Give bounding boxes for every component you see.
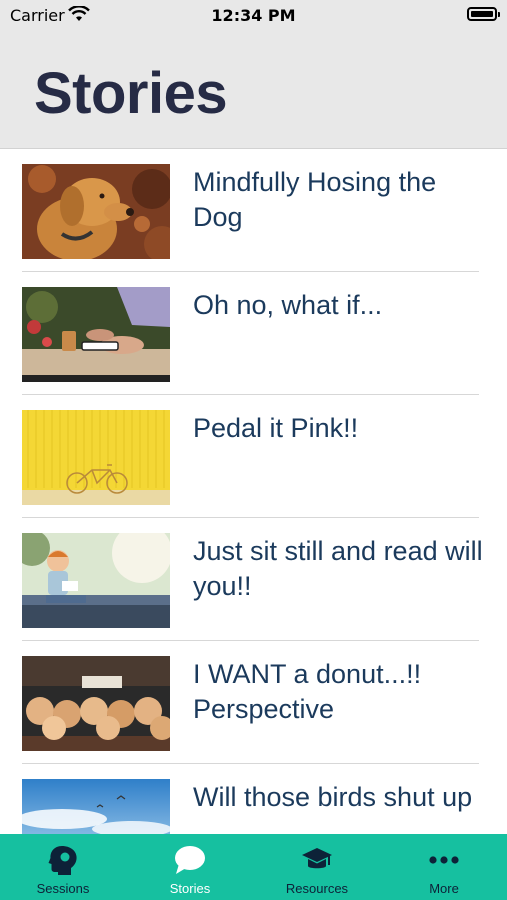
tab-resources[interactable]: Resources xyxy=(254,834,380,900)
clock: 12:34 PM xyxy=(211,6,296,25)
story-item[interactable]: Pedal it Pink!! xyxy=(0,395,507,518)
speech-bubble-icon xyxy=(175,846,205,874)
tab-bar: Sessions Stories Resources More xyxy=(0,834,507,900)
tab-label: More xyxy=(429,881,459,896)
story-title: Just sit still and read will you!! xyxy=(193,536,483,601)
story-item[interactable]: I WANT a donut...!! Perspective xyxy=(0,641,507,764)
tab-label: Sessions xyxy=(36,881,90,896)
head-silhouette-icon xyxy=(48,846,77,875)
story-thumbnail-phone xyxy=(22,287,170,382)
story-title: Mindfully Hosing the Dog xyxy=(193,167,437,232)
tab-sessions[interactable]: Sessions xyxy=(0,834,126,900)
story-item[interactable]: Will those birds shut up xyxy=(0,764,507,834)
story-title: Pedal it Pink!! xyxy=(193,413,359,443)
tab-stories[interactable]: Stories xyxy=(127,834,253,900)
nav-header: Stories xyxy=(0,30,507,149)
story-item[interactable]: Mindfully Hosing the Dog xyxy=(0,149,507,272)
ellipsis-icon xyxy=(429,856,459,864)
tab-label: Stories xyxy=(169,881,211,896)
story-title: Oh no, what if... xyxy=(193,290,383,320)
story-title: I WANT a donut...!! Perspective xyxy=(193,659,422,724)
graduation-cap-icon xyxy=(302,848,332,869)
story-list[interactable]: Mindfully Hosing the Dog Oh no, what if.… xyxy=(0,149,507,834)
page-title: Stories xyxy=(34,61,228,126)
story-thumbnail-dog xyxy=(22,164,170,259)
story-thumbnail-child-reading xyxy=(22,533,170,628)
story-thumbnail-bicycle xyxy=(22,410,170,505)
battery-icon xyxy=(467,7,500,21)
story-thumbnail-donuts xyxy=(22,656,170,751)
story-item[interactable]: Oh no, what if... xyxy=(0,272,507,395)
status-bar: Carrier 12:34 PM xyxy=(0,0,507,30)
story-title: Will those birds shut up xyxy=(193,782,473,812)
tab-more[interactable]: More xyxy=(381,834,507,900)
tab-label: Resources xyxy=(285,881,349,896)
story-item[interactable]: Just sit still and read will you!! xyxy=(0,518,507,641)
story-thumbnail-sky xyxy=(22,779,170,834)
